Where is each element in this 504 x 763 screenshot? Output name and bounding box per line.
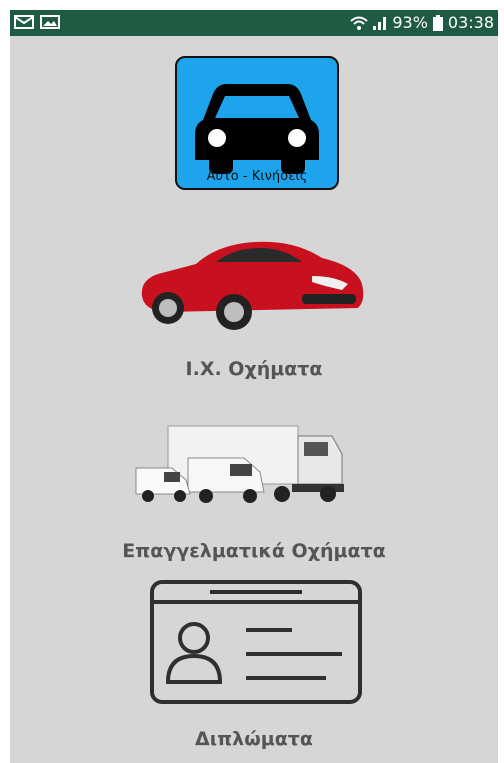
image-icon: [40, 15, 60, 29]
signal-icon: [373, 16, 387, 30]
battery-icon: [432, 14, 443, 31]
app-logo-tile: Αυτο - Κινήσεις: [175, 56, 339, 190]
clock: 03:38: [447, 13, 494, 32]
mail-icon: [14, 15, 34, 29]
license-card-icon: [150, 580, 362, 704]
status-bar: 93% 03:38: [10, 10, 498, 36]
wifi-icon: [350, 16, 368, 30]
commercial-vehicles-icon: [135, 425, 344, 503]
app-logo-caption: Αυτο - Κινήσεις: [206, 169, 308, 184]
menu-label-commercial-vehicles: Επαγγελματικά Οχήματα: [122, 540, 386, 562]
app-screen: 93% 03:38 Αυτο - Κινήσεις Ι.Χ. Οχήματα Ε…: [10, 10, 498, 763]
menu-label-licenses: Διπλώματα: [195, 728, 313, 750]
menu-label-passenger-cars: Ι.Χ. Οχήματα: [185, 358, 323, 380]
passenger-car-icon: [141, 241, 364, 330]
car-icon: [195, 84, 319, 174]
battery-percent: 93%: [392, 13, 428, 32]
